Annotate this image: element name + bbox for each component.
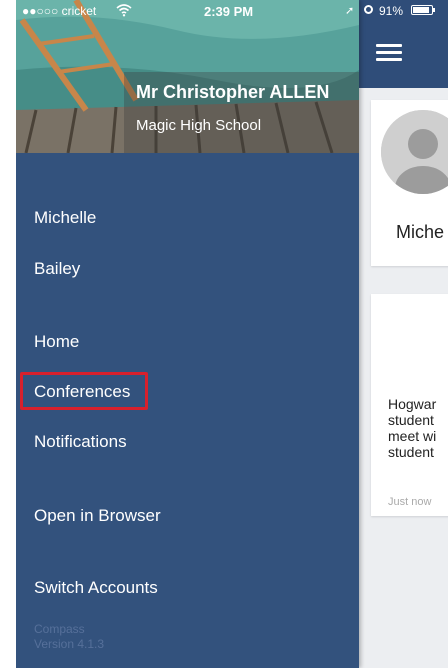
- clock: 2:39 PM: [204, 4, 254, 19]
- location-arrow-icon: ➚: [345, 5, 355, 17]
- carrier-label: ●●○○○ cricket: [22, 4, 97, 18]
- drawer-header: Mr Christopher ALLEN Magic High School: [16, 0, 359, 153]
- menu-item-home[interactable]: Home: [34, 332, 79, 352]
- menu-item-michelle[interactable]: Michelle: [34, 208, 96, 228]
- user-info-overlay: Mr Christopher ALLEN Magic High School: [124, 72, 359, 153]
- notice-line: Hogwar: [388, 396, 437, 412]
- battery-percentage: 91%: [379, 4, 404, 18]
- menu-item-notifications[interactable]: Notifications: [34, 432, 127, 452]
- profile-card[interactable]: Miche: [371, 100, 448, 266]
- default-avatar-icon: [381, 110, 448, 194]
- menu-item-switch-accounts[interactable]: Switch Accounts: [34, 578, 158, 598]
- hamburger-icon[interactable]: [376, 44, 402, 62]
- notice-line: student: [388, 444, 434, 460]
- battery-icon: [411, 5, 435, 15]
- wifi-icon: [116, 4, 132, 17]
- navigation-drawer: Mr Christopher ALLEN Magic High School M…: [16, 0, 359, 668]
- notice-timestamp: Just now: [388, 496, 432, 508]
- app-version-label: Compass Version 4.1.3: [34, 622, 104, 652]
- app-name: Compass: [34, 622, 85, 636]
- orientation-lock-icon: [364, 5, 373, 14]
- notice-card[interactable]: Hogwar student meet wi student Just now: [371, 294, 448, 516]
- notice-line: student: [388, 412, 434, 428]
- menu-item-bailey[interactable]: Bailey: [34, 259, 80, 279]
- user-name: Mr Christopher ALLEN: [136, 82, 330, 102]
- school-name: Magic High School: [136, 117, 262, 134]
- menu-item-open-in-browser[interactable]: Open in Browser: [34, 506, 161, 526]
- notice-text: Hogwar student meet wi student: [388, 396, 448, 460]
- profile-name: Miche: [396, 222, 445, 242]
- app-screen: Miche Hogwar student meet wi student Jus…: [16, 0, 448, 668]
- menu-item-conferences[interactable]: Conferences: [34, 382, 130, 402]
- notice-line: meet wi: [388, 428, 437, 444]
- app-version: Version 4.1.3: [34, 637, 105, 651]
- status-bar: ●●○○○ cricket 2:39 PM ➚ 91%: [16, 0, 448, 22]
